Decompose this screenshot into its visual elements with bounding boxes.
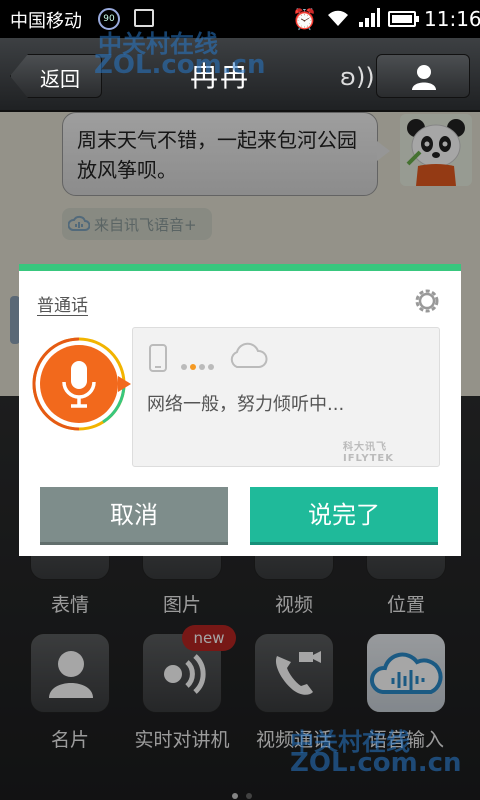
carrier-label: 中国移动 [10,11,82,32]
person-icon [412,65,436,90]
gear-icon[interactable] [411,285,443,317]
iflytek-logo: 科大讯飞 IFLYTEK [343,442,395,464]
status-bar: 中国移动 90 ⏰ 11:16 [0,0,480,38]
earpiece-mode-icon[interactable]: ʚ)) [340,63,375,91]
microphone-button[interactable] [31,334,131,434]
back-button[interactable]: 返回 [10,54,102,98]
clock: 11:16 [424,7,480,31]
phone-icon [149,344,167,372]
watermark-top-en: ZOL.com.cn [94,50,266,80]
cancel-button[interactable]: 取消 [40,487,228,545]
language-mode-link[interactable]: 普通话 [37,291,88,316]
connection-dots [181,355,217,374]
wifi-icon [328,10,348,26]
back-label: 返回 [40,67,80,91]
cloud-icon [230,342,268,368]
voice-input-dialog: 普通话 网络一般，努力倾听中... 科大讯飞 IFLYTEK 取消 说完了 [19,264,461,556]
contact-profile-button[interactable] [376,54,470,98]
watermark-bottom-en: ZOL.com.cn [290,748,462,778]
alarm-icon: ⏰ [292,7,317,31]
signal-icon [359,8,380,27]
listening-status-box: 网络一般，努力倾听中... 科大讯飞 IFLYTEK [132,327,440,467]
listening-status-text: 网络一般，努力倾听中... [147,394,345,415]
battery-icon [388,11,419,27]
done-speaking-button[interactable]: 说完了 [250,487,438,545]
